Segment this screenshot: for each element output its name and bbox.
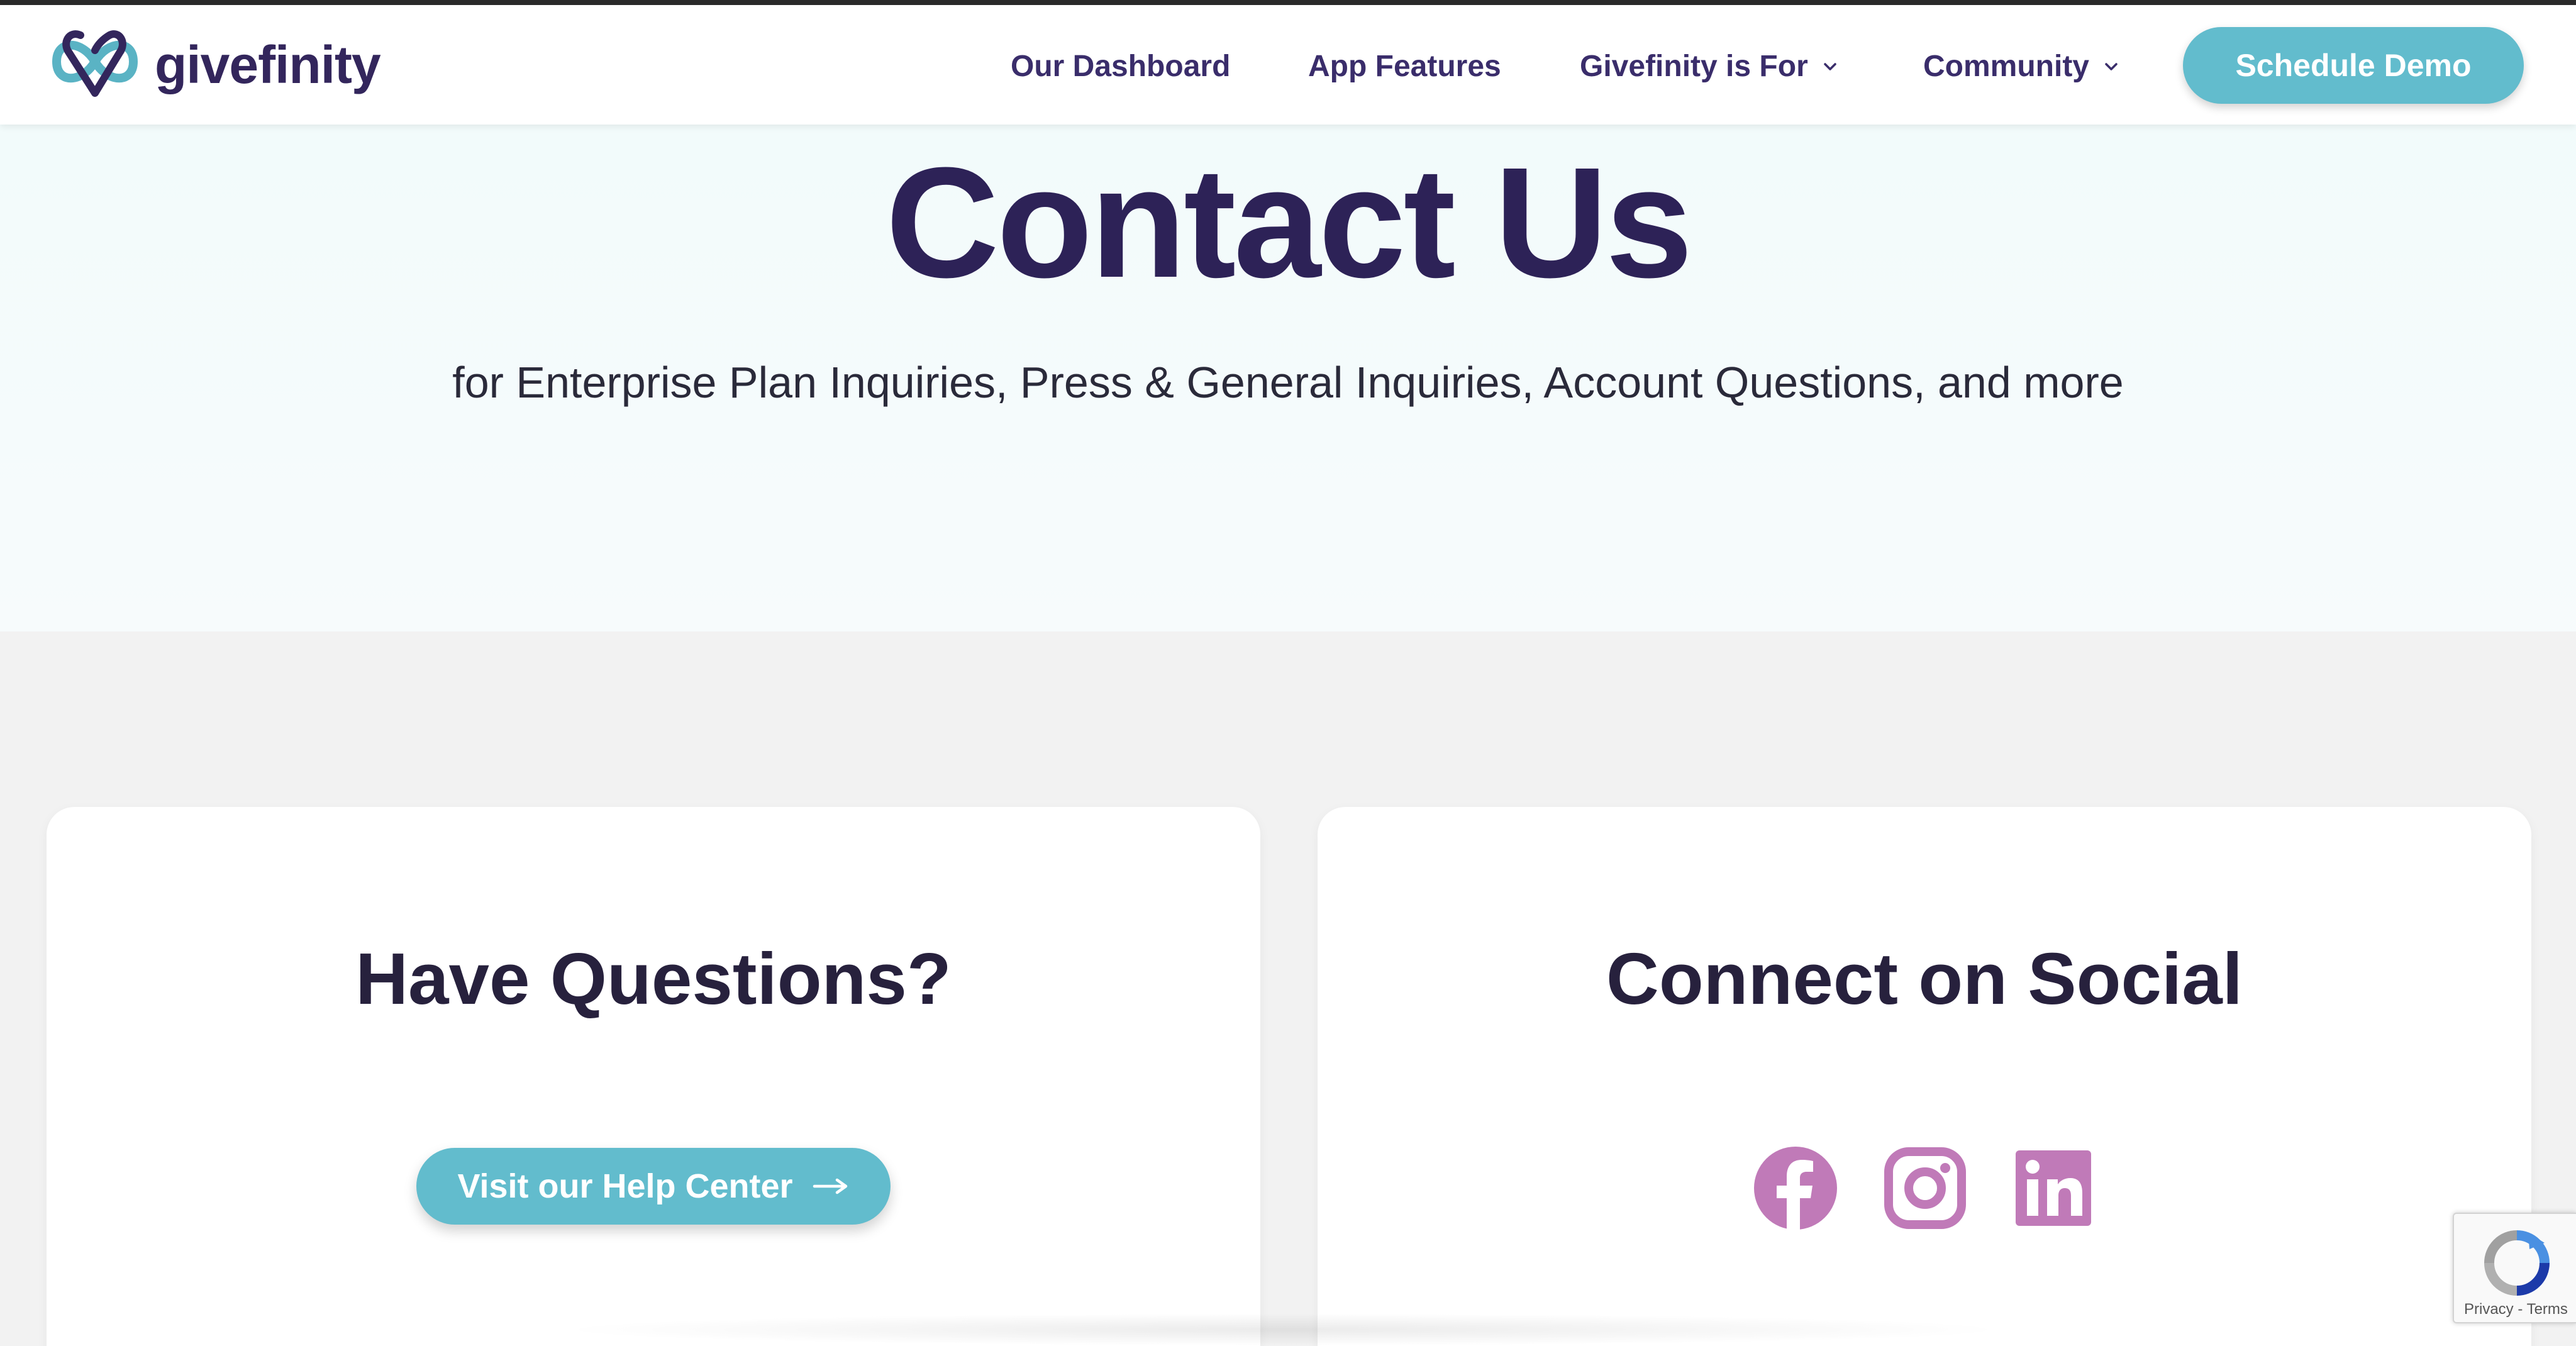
logo-mark-icon [52,30,138,97]
page-title: Contact Us [886,135,1693,310]
top-strip [0,0,2576,5]
nav-label: Our Dashboard [1011,50,1231,83]
page: givefinity Our Dashboard App Features Gi… [0,0,2576,1346]
social-icons [1318,1145,2531,1231]
linkedin-icon [2016,1150,2091,1226]
help-center-label: Visit our Help Center [457,1167,793,1205]
social-card: Connect on Social [1318,807,2531,1346]
nav-label: App Features [1308,50,1501,83]
questions-title: Have Questions? [355,938,952,1020]
facebook-link[interactable] [1753,1145,1838,1231]
recaptcha-icon [2484,1230,2550,1296]
logo-text: givefinity [155,35,381,94]
questions-card: Have Questions? Visit our Help Center [47,807,1260,1346]
hero-section: Contact Us for Enterprise Plan Inquiries… [0,125,2576,631]
schedule-demo-button[interactable]: Schedule Demo [2183,27,2524,104]
page-subtitle: for Enterprise Plan Inquiries, Press & G… [452,358,2124,407]
nav-community[interactable]: Community [1923,49,2119,84]
instagram-link[interactable] [1882,1145,1968,1231]
nav-givefinity-is-for[interactable]: Givefinity is For [1580,49,1838,84]
nav-label: Community [1923,50,2089,83]
site-header: givefinity Our Dashboard App Features Gi… [0,5,2576,125]
arrow-right-icon [813,1178,847,1194]
instagram-icon [1884,1147,1966,1229]
help-center-button[interactable]: Visit our Help Center [416,1148,891,1225]
chevron-down-icon [2105,62,2118,70]
chevron-down-icon [1824,62,1836,70]
recaptcha-links[interactable]: Privacy - Terms [2464,1301,2568,1318]
nav-our-dashboard[interactable]: Our Dashboard [1011,49,1230,84]
nav-label: Givefinity is For [1580,50,1808,83]
nav-app-features[interactable]: App Features [1308,49,1501,84]
logo[interactable]: givefinity [44,24,381,106]
linkedin-link[interactable] [2011,1145,2096,1231]
social-title: Connect on Social [1606,938,2243,1020]
recaptcha-badge[interactable]: Privacy - Terms [2453,1213,2576,1323]
facebook-icon [1754,1147,1837,1231]
bottom-shadow [553,1313,2012,1346]
